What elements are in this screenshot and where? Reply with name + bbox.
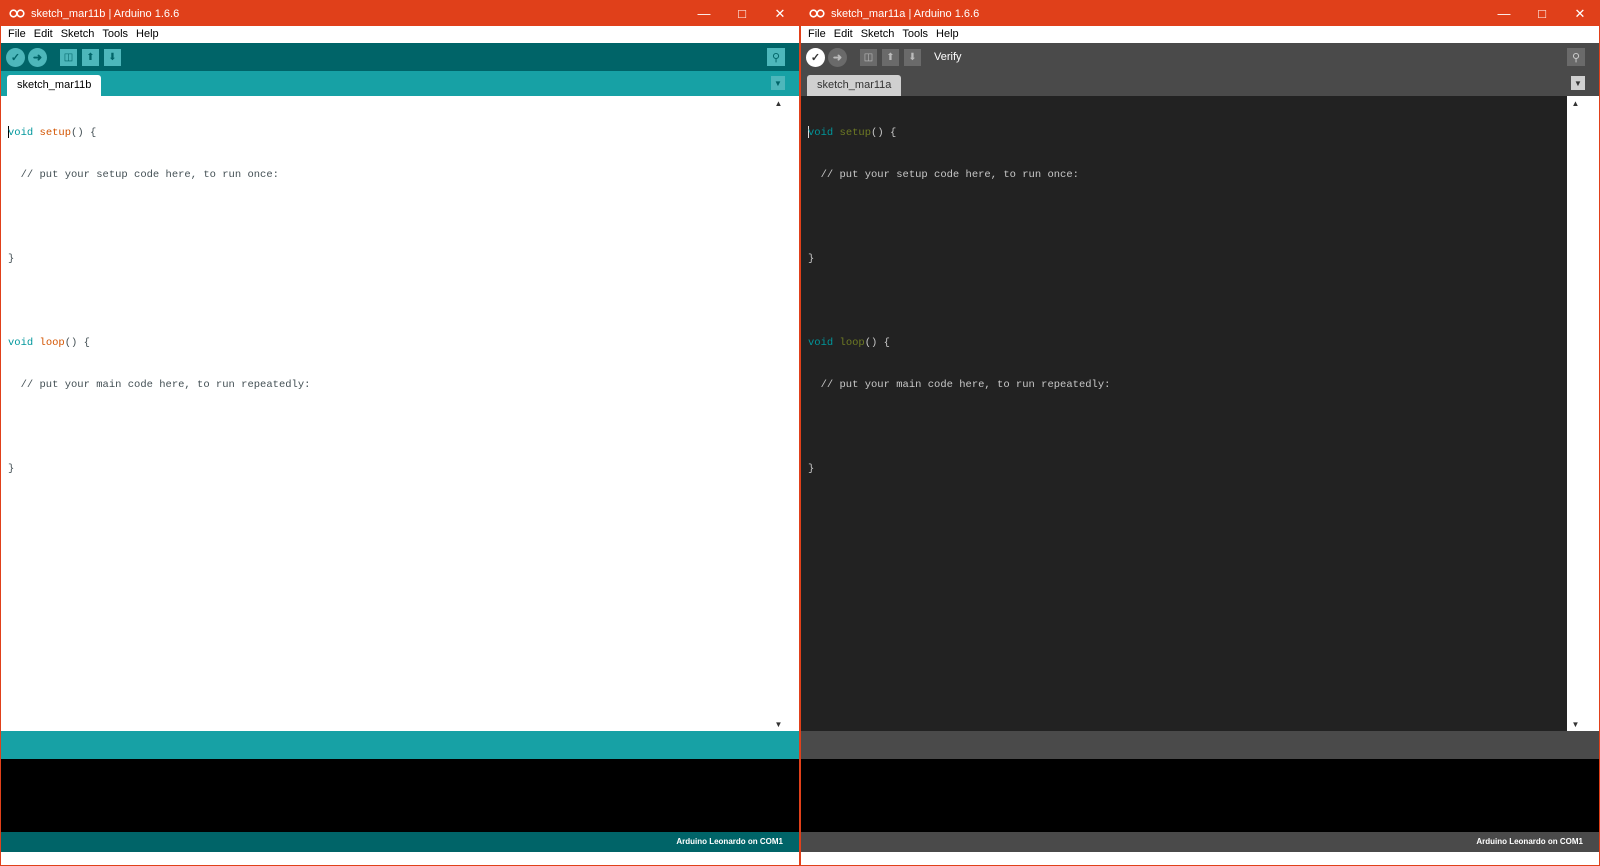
code-comment: // put your main code here, to run repea… [8,379,311,391]
tab-sketch[interactable]: sketch_mar11a [807,75,902,96]
window-bottom-edge [1,852,799,865]
scroll-up-icon[interactable]: ▲ [771,96,786,110]
scroll-up-icon[interactable]: ▲ [1568,96,1583,110]
menu-tools[interactable]: Tools [898,26,932,43]
keyword: void [8,127,34,139]
serial-monitor-icon[interactable]: ⚲ [1567,48,1585,66]
close-icon[interactable]: ✕ [761,1,799,26]
window-bottom-edge [801,852,1599,865]
status-bar: Arduino Leonardo on COM1 [801,832,1599,852]
toolbar-status: Verify [934,51,962,63]
code-comment: // put your setup code here, to run once… [8,169,279,181]
message-bar [1,731,799,759]
chevron-down-icon[interactable]: ▼ [771,76,785,90]
toolbar: ✓ ➜ ◫ ⬆ ⬇ Verify ⚲ [801,43,1599,71]
verify-icon[interactable]: ✓ [806,47,825,67]
arduino-window-light: sketch_mar11b | Arduino 1.6.6 — □ ✕ File… [0,0,800,866]
minimize-icon[interactable]: — [1485,1,1523,26]
menu-sketch[interactable]: Sketch [57,26,99,43]
toolbar: ✓ ➜ ◫ ⬆ ⬇ ⚲ [1,43,799,71]
menu-tools[interactable]: Tools [98,26,132,43]
new-icon[interactable]: ◫ [860,48,877,66]
code-text: } [808,463,815,475]
menu-file[interactable]: File [4,26,30,43]
keyword: void [808,127,834,139]
code-text: } [8,463,15,475]
function-name: loop [39,337,65,349]
menu-edit[interactable]: Edit [30,26,57,43]
scroll-down-icon[interactable]: ▼ [1568,717,1583,731]
arduino-logo-icon [809,9,825,19]
menu-sketch[interactable]: Sketch [857,26,899,43]
console-output[interactable] [801,759,1599,832]
vertical-scrollbar[interactable]: ▲ ▼ [771,96,786,731]
tab-bar: sketch_mar11a ▼ [801,71,1599,96]
code-text: () { [864,337,890,349]
title-bar[interactable]: sketch_mar11b | Arduino 1.6.6 — □ ✕ [1,1,799,26]
window-title: sketch_mar11a | Arduino 1.6.6 [831,7,980,20]
serial-monitor-icon[interactable]: ⚲ [767,48,785,66]
menu-bar: File Edit Sketch Tools Help [801,26,1599,43]
menu-help[interactable]: Help [932,26,963,43]
chevron-down-icon[interactable]: ▼ [1571,76,1585,90]
menu-bar: File Edit Sketch Tools Help [1,26,799,43]
arduino-logo-icon [9,9,25,19]
vertical-scrollbar[interactable]: ▲ ▼ [1568,96,1583,731]
verify-icon[interactable]: ✓ [6,47,25,67]
menu-edit[interactable]: Edit [830,26,857,43]
close-icon[interactable]: ✕ [1561,1,1599,26]
open-icon[interactable]: ⬆ [882,48,899,66]
message-bar [801,731,1599,759]
maximize-icon[interactable]: □ [723,1,761,26]
new-icon[interactable]: ◫ [60,48,77,66]
console-output[interactable] [1,759,799,832]
menu-file[interactable]: File [804,26,830,43]
keyword: void [808,337,834,349]
keyword: void [8,337,34,349]
tab-bar: sketch_mar11b ▼ [1,71,799,96]
code-comment: // put your main code here, to run repea… [808,379,1111,391]
save-icon[interactable]: ⬇ [904,48,921,66]
code-text: () { [71,127,97,139]
save-icon[interactable]: ⬇ [104,48,121,66]
scroll-down-icon[interactable]: ▼ [771,717,786,731]
title-bar[interactable]: sketch_mar11a | Arduino 1.6.6 — □ ✕ [801,1,1599,26]
function-name: setup [839,127,872,139]
minimize-icon[interactable]: — [685,1,723,26]
code-text: () { [64,337,90,349]
upload-icon[interactable]: ➜ [828,47,847,67]
tab-sketch[interactable]: sketch_mar11b [7,75,102,96]
menu-help[interactable]: Help [132,26,163,43]
code-editor[interactable]: void setup() { // put your setup code he… [801,96,1567,731]
arduino-window-dark: sketch_mar11a | Arduino 1.6.6 — □ ✕ File… [800,0,1600,866]
code-text: } [808,253,815,265]
code-editor[interactable]: void setup() { // put your setup code he… [1,96,771,731]
status-bar: Arduino Leonardo on COM1 [1,832,799,852]
function-name: setup [39,127,72,139]
upload-icon[interactable]: ➜ [28,47,47,67]
maximize-icon[interactable]: □ [1523,1,1561,26]
code-comment: // put your setup code here, to run once… [808,169,1079,181]
open-icon[interactable]: ⬆ [82,48,99,66]
code-text: () { [871,127,897,139]
code-text: } [8,253,15,265]
function-name: loop [839,337,865,349]
window-title: sketch_mar11b | Arduino 1.6.6 [31,7,180,20]
